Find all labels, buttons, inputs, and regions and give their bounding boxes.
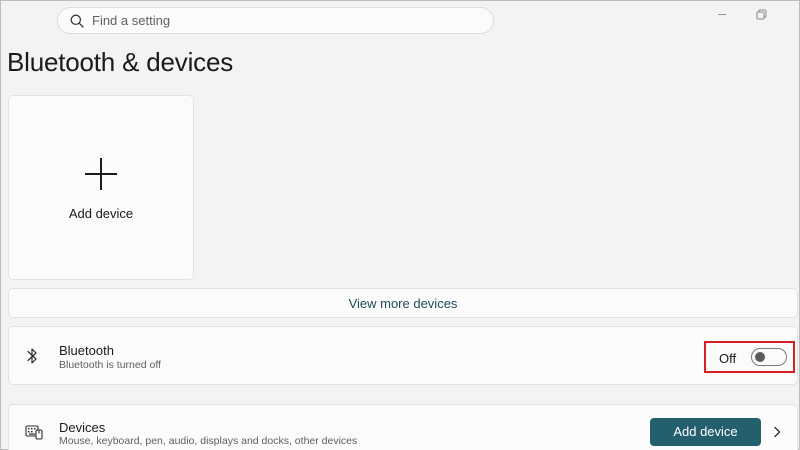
- view-more-devices-button[interactable]: View more devices: [8, 288, 798, 318]
- bluetooth-toggle-highlight: Off: [704, 341, 795, 373]
- page-title: Bluetooth & devices: [7, 47, 234, 77]
- toggle-knob: [755, 352, 765, 362]
- bluetooth-title: Bluetooth: [59, 343, 114, 358]
- chevron-right-icon[interactable]: [773, 426, 781, 438]
- bluetooth-toggle[interactable]: [751, 348, 787, 366]
- devices-title: Devices: [59, 420, 106, 435]
- bluetooth-subtitle: Bluetooth is turned off: [59, 359, 161, 371]
- bluetooth-card: Bluetooth Bluetooth is turned off Off: [8, 326, 798, 385]
- bluetooth-icon: [27, 348, 37, 364]
- devices-card[interactable]: Devices Mouse, keyboard, pen, audio, dis…: [8, 404, 798, 450]
- search-icon: [70, 14, 84, 28]
- add-device-tile[interactable]: Add device: [8, 95, 194, 280]
- search-box[interactable]: [57, 7, 494, 34]
- restore-icon[interactable]: [755, 8, 769, 20]
- add-device-tile-label: Add device: [68, 206, 134, 221]
- keyboard-icon: [25, 425, 43, 440]
- plus-icon: [85, 158, 117, 190]
- add-device-button[interactable]: Add device: [650, 418, 761, 446]
- bluetooth-toggle-state: Off: [719, 351, 737, 366]
- minimize-icon[interactable]: [716, 8, 730, 20]
- devices-subtitle: Mouse, keyboard, pen, audio, displays an…: [59, 435, 358, 447]
- search-input[interactable]: [92, 13, 472, 28]
